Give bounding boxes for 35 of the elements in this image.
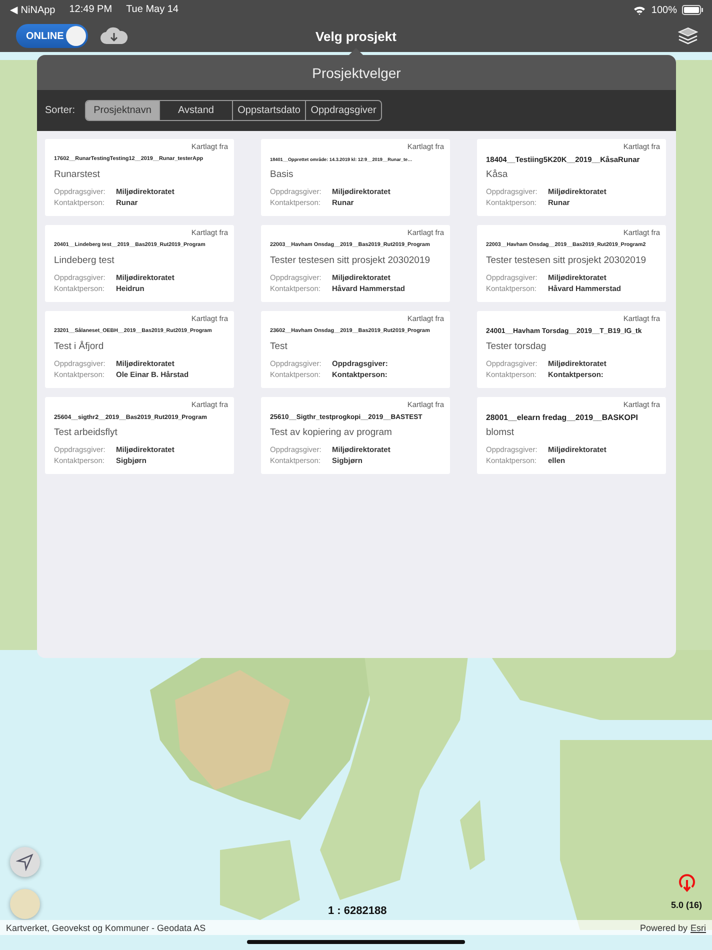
- back-app-link[interactable]: ◀ NiNApp: [10, 4, 56, 16]
- sort-tab[interactable]: Prosjektnavn: [86, 101, 160, 120]
- project-name: Test: [270, 341, 288, 352]
- compass-icon[interactable]: [678, 874, 696, 892]
- cloud-download-icon[interactable]: [100, 27, 128, 45]
- project-name: Test arbeidsflyt: [54, 427, 118, 438]
- battery-percent: 100%: [651, 4, 677, 16]
- project-name: Runarstest: [54, 169, 101, 180]
- sort-tab[interactable]: Avstand: [159, 101, 232, 120]
- project-name: Test i Åfjord: [54, 341, 105, 352]
- project-name: Basis: [270, 169, 294, 180]
- panel-title: Prosjektvelger: [312, 64, 401, 80]
- powered-by-text: Powered by: [640, 922, 688, 932]
- location-arrow-icon: [16, 853, 34, 871]
- project-name: Kåsa: [486, 169, 509, 180]
- zoom-level: 5.0 (16): [671, 900, 702, 910]
- online-toggle[interactable]: ONLINE: [16, 24, 88, 48]
- sort-tab[interactable]: Oppdragsgiver: [305, 101, 382, 120]
- battery-icon: [682, 5, 704, 15]
- attribution-text: Kartverket, Geovekst og Kommuner - Geodata AS: [6, 922, 206, 932]
- date-text: Tue May 14: [126, 4, 178, 16]
- project-name: Lindeberg test: [54, 255, 116, 266]
- sort-label: Sorter:: [45, 105, 76, 116]
- project-name: Test av kopiering av program: [270, 427, 393, 438]
- map-scale: 1 : 6282188: [328, 905, 387, 917]
- esri-link[interactable]: Esri: [690, 922, 706, 932]
- clock-time: 12:49 PM: [69, 4, 112, 16]
- nav-title: Velg prosjekt: [316, 28, 396, 44]
- layers-icon[interactable]: [678, 27, 698, 45]
- wifi-icon: [633, 5, 646, 15]
- sort-tab[interactable]: Oppstartsdato: [232, 101, 306, 120]
- project-name: Tester testesen sitt prosjekt 20302019: [270, 255, 432, 266]
- project-name: Tester torsdag: [486, 341, 548, 352]
- project-name: blomst: [486, 427, 515, 438]
- project-name: Tester testesen sitt prosjekt 20302019: [486, 255, 648, 266]
